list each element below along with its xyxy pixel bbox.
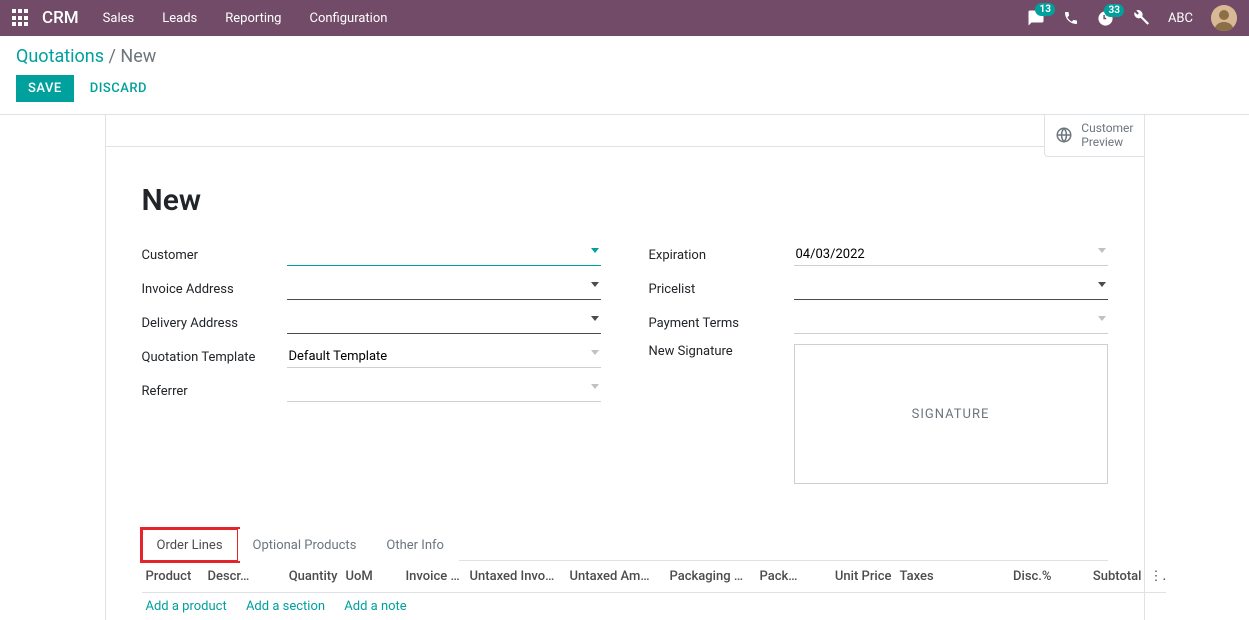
col-invoice[interactable]: Invoice …: [402, 561, 466, 593]
debug-icon[interactable]: [1132, 9, 1150, 27]
invoice-address-field[interactable]: [287, 278, 601, 300]
signature-placeholder: SIGNATURE: [912, 407, 990, 422]
discard-button[interactable]: DISCARD: [86, 75, 151, 102]
customer-preview-line2: Preview: [1081, 135, 1133, 149]
user-name[interactable]: ABC: [1168, 11, 1193, 26]
app-brand[interactable]: CRM: [42, 8, 79, 28]
tabs: Order Lines Optional Products Other Info: [142, 528, 1108, 561]
add-product-link[interactable]: Add a product: [146, 599, 227, 614]
quotation-template-label: Quotation Template: [142, 350, 287, 365]
col-subtotal[interactable]: Subtotal: [1056, 561, 1146, 593]
col-product[interactable]: Product: [142, 561, 204, 593]
col-uom[interactable]: UoM: [342, 561, 402, 593]
pricelist-field[interactable]: [794, 278, 1108, 300]
expiration-label: Expiration: [649, 248, 794, 263]
save-button[interactable]: SAVE: [16, 75, 74, 102]
apps-icon[interactable]: [12, 9, 30, 27]
col-packaging2[interactable]: Pack…: [756, 561, 816, 593]
form-sheet: Customer Preview New Customer Invoice Ad…: [105, 115, 1145, 620]
messages-badge: 13: [1035, 3, 1054, 16]
user-avatar[interactable]: [1211, 5, 1237, 31]
activities-icon[interactable]: 33: [1097, 10, 1114, 27]
new-signature-label: New Signature: [649, 344, 794, 359]
breadcrumb-current: New: [120, 46, 156, 67]
delivery-address-field[interactable]: [287, 312, 601, 334]
menu-leads[interactable]: Leads: [162, 11, 197, 26]
form-col-right: Expiration Pricelist Payment Terms: [649, 242, 1108, 492]
col-disc[interactable]: Disc.%: [956, 561, 1056, 593]
referrer-label: Referrer: [142, 384, 287, 399]
col-quantity[interactable]: Quantity: [262, 561, 342, 593]
menu-sales[interactable]: Sales: [103, 11, 135, 26]
messages-icon[interactable]: 13: [1027, 9, 1045, 27]
payment-terms-label: Payment Terms: [649, 316, 794, 331]
pricelist-label: Pricelist: [649, 282, 794, 297]
col-description[interactable]: Descr…: [204, 561, 262, 593]
customer-preview-button[interactable]: Customer Preview: [1044, 115, 1143, 157]
add-section-link[interactable]: Add a section: [246, 599, 325, 614]
referrer-field[interactable]: [287, 380, 601, 402]
col-taxes[interactable]: Taxes: [896, 561, 956, 593]
menu-configuration[interactable]: Configuration: [309, 11, 387, 26]
customer-preview-line1: Customer: [1081, 121, 1133, 135]
col-packaging1[interactable]: Packaging …: [666, 561, 756, 593]
breadcrumb-parent[interactable]: Quotations: [16, 46, 104, 67]
payment-terms-field[interactable]: [794, 312, 1108, 334]
delivery-address-label: Delivery Address: [142, 316, 287, 331]
phone-icon[interactable]: [1063, 10, 1079, 26]
customer-label: Customer: [142, 248, 287, 263]
form-grid: Customer Invoice Address Delivery Addres…: [106, 242, 1144, 528]
customer-field[interactable]: [287, 244, 601, 266]
add-note-link[interactable]: Add a note: [344, 599, 406, 614]
breadcrumb: Quotations / New: [16, 46, 1233, 67]
kebab-icon[interactable]: ⋮: [1146, 561, 1166, 593]
activities-badge: 33: [1104, 4, 1123, 17]
quotation-template-field[interactable]: [287, 346, 601, 368]
invoice-address-label: Invoice Address: [142, 282, 287, 297]
breadcrumb-bar: Quotations / New: [0, 36, 1249, 75]
order-lines-table: Product Descr… Quantity UoM Invoice … Un…: [142, 561, 1166, 620]
systray: 13 33 ABC: [1027, 5, 1237, 31]
col-untaxed-am[interactable]: Untaxed Am…: [566, 561, 666, 593]
globe-icon: [1055, 126, 1073, 144]
menu-reporting[interactable]: Reporting: [225, 11, 281, 26]
col-untaxed-inv[interactable]: Untaxed Invo…: [466, 561, 566, 593]
main-menu: Sales Leads Reporting Configuration: [103, 11, 388, 26]
tab-optional-products[interactable]: Optional Products: [238, 529, 372, 561]
top-navbar: CRM Sales Leads Reporting Configuration …: [0, 0, 1249, 36]
tab-other-info[interactable]: Other Info: [371, 529, 459, 561]
page-title: New: [106, 147, 1144, 242]
signature-box[interactable]: SIGNATURE: [794, 344, 1108, 484]
col-unit-price[interactable]: Unit Price: [816, 561, 896, 593]
expiration-field[interactable]: [794, 244, 1108, 266]
tab-order-lines[interactable]: Order Lines: [142, 529, 238, 561]
breadcrumb-separator: /: [108, 46, 115, 67]
form-col-left: Customer Invoice Address Delivery Addres…: [142, 242, 601, 492]
order-lines-table-wrap: Product Descr… Quantity UoM Invoice … Un…: [106, 561, 1144, 620]
action-bar: SAVE DISCARD: [0, 75, 1249, 114]
